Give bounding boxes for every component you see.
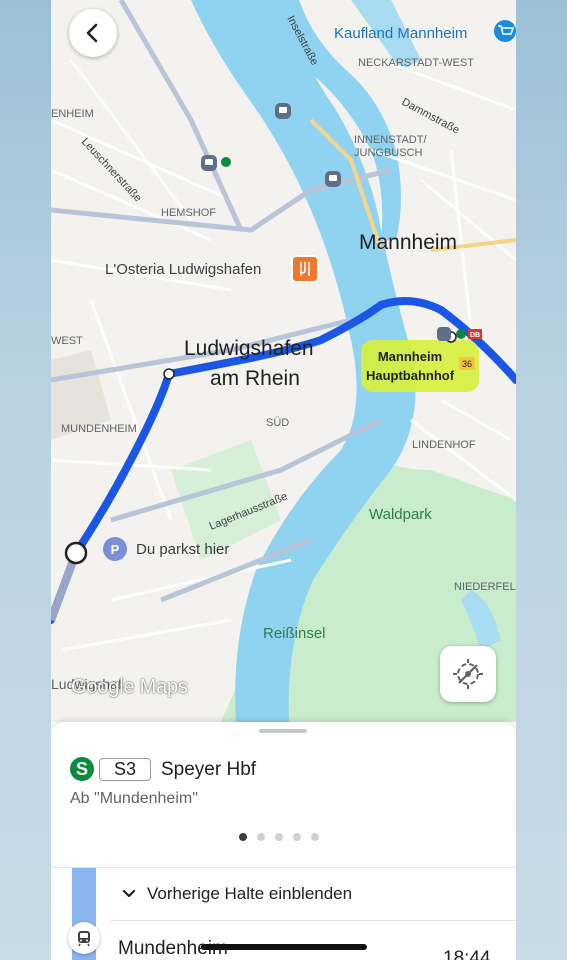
poi-osteria-label[interactable]: L'Osteria Ludwigshafen: [105, 261, 261, 278]
tram-icon: [68, 922, 100, 954]
page-dot[interactable]: [257, 833, 265, 841]
sbahn-icon: S: [70, 757, 94, 781]
svg-text:36: 36: [462, 359, 472, 369]
train-station-icon[interactable]: [325, 171, 341, 187]
parking-icon[interactable]: P: [103, 537, 127, 561]
svg-text:P: P: [111, 542, 120, 557]
toggle-label: Vorherige Halte einblenden: [147, 884, 353, 903]
district-label-neckarstadt: NECKARSTADT-WEST: [358, 57, 474, 69]
district-label-niederfeld: NIEDERFEL: [454, 581, 516, 593]
page-dot[interactable]: [293, 833, 301, 841]
district-label-innenstadt: INNENSTADT/: [354, 134, 427, 146]
district-label-hemshof: HEMSHOF: [161, 207, 216, 219]
map-canvas[interactable]: DB 36 Kaufland Mannheim L'Osteria Ludwig…: [51, 0, 516, 722]
google-maps-logo: Google Maps: [71, 676, 188, 698]
park-label-reissinsel: Reißinsel: [263, 625, 326, 642]
svg-text:DB: DB: [470, 332, 480, 339]
start-stop-marker[interactable]: [64, 541, 88, 565]
poi-kaufland-label[interactable]: Kaufland Mannheim: [334, 25, 467, 42]
divider: [111, 920, 516, 921]
page-indicator[interactable]: [239, 833, 319, 841]
location-off-icon: [453, 659, 483, 689]
line-badge: S3: [99, 758, 151, 781]
chevron-left-icon: [86, 23, 98, 43]
district-label-west: WEST: [51, 335, 83, 347]
city-label-ludwigshafen: Ludwigshafen: [184, 337, 314, 360]
city-label-mannheim: Mannheim: [359, 231, 457, 254]
district-label-mundenheim: MUNDENHEIM: [61, 423, 137, 435]
phone-screen: DB 36 Kaufland Mannheim L'Osteria Ludwig…: [51, 0, 516, 960]
destination-label: Speyer Hbf: [161, 759, 257, 780]
city-label-ludwigshafen-2: am Rhein: [210, 367, 300, 390]
map-view[interactable]: DB 36 Kaufland Mannheim L'Osteria Ludwig…: [51, 0, 516, 722]
sheet-grabber-handle[interactable]: [259, 729, 307, 733]
shopping-cart-icon[interactable]: [494, 20, 516, 42]
page-dot[interactable]: [275, 833, 283, 841]
intermediate-stop-marker[interactable]: [163, 368, 175, 380]
transit-bottom-sheet[interactable]: S S3 Speyer Hbf Ab "Mundenheim": [51, 722, 516, 867]
district-label-sued: SÜD: [266, 417, 289, 429]
station-label-hauptbahnhof[interactable]: Hauptbahnhof: [366, 368, 455, 383]
district-label-jungbusch: JUNGBUSCH: [354, 147, 423, 159]
district-label-enheim: ENHEIM: [51, 108, 94, 120]
stop-time: 18:44: [443, 948, 491, 960]
back-button[interactable]: [69, 9, 117, 57]
home-indicator[interactable]: [201, 944, 367, 950]
park-label-waldpark: Waldpark: [369, 506, 432, 523]
chevron-down-icon: [122, 889, 136, 898]
page-dot[interactable]: [239, 833, 247, 841]
restaurant-icon[interactable]: [291, 255, 319, 283]
recenter-button[interactable]: [440, 646, 496, 702]
district-label-lindenhof: LINDENHOF: [412, 439, 476, 451]
page-dot[interactable]: [311, 833, 319, 841]
station-label-mannheim[interactable]: Mannheim: [378, 349, 442, 364]
train-station-icon[interactable]: [275, 103, 291, 119]
show-previous-stops-toggle[interactable]: Vorherige Halte einblenden: [121, 884, 352, 904]
poi-parking-label[interactable]: Du parkst hier: [136, 541, 229, 558]
departure-stop-label: Ab "Mundenheim": [70, 790, 198, 807]
